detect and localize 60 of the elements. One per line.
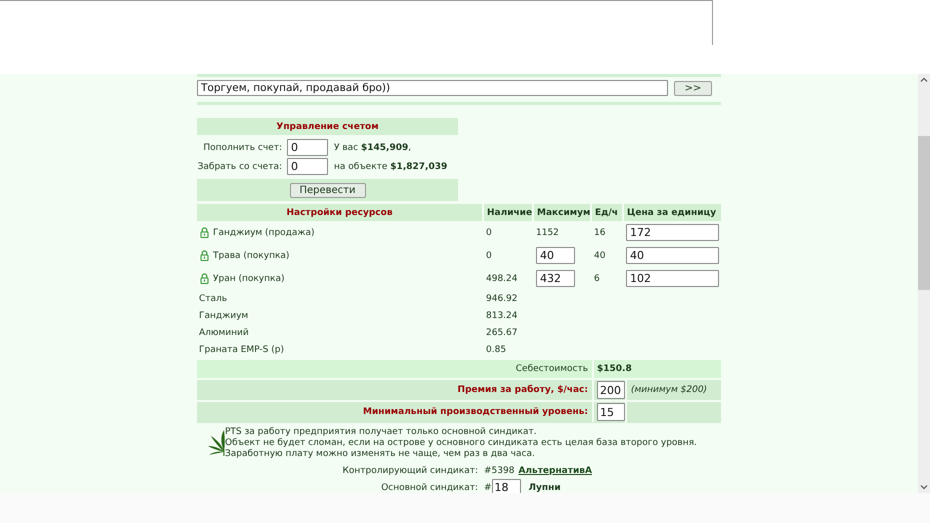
info-text: Объект не будет сломан, если на острове у основного синдиката есть целая база второго уровня. bbox=[225, 438, 697, 449]
info-text: Заработную плату можно изменять не чаще, чем раз в два часа. bbox=[225, 449, 536, 460]
amount-field[interactable]: 0 bbox=[287, 139, 328, 156]
send-button[interactable]: >> bbox=[674, 80, 712, 96]
resource-name: Трава (покупка) bbox=[213, 250, 290, 260]
column-header: Цена за единицу bbox=[622, 204, 721, 221]
resource-name: Ганджиум (продажа) bbox=[213, 228, 315, 238]
table-cell: 946.92 bbox=[486, 294, 518, 304]
balance-text: У вас $145,909, bbox=[334, 142, 412, 152]
syndicate-link[interactable]: АльтернативА bbox=[518, 466, 592, 476]
syndicate-label: Основной синдикат: bbox=[380, 482, 478, 492]
column-header: Максимум bbox=[532, 204, 590, 221]
resource-name: Граната EMP-S (р) bbox=[199, 344, 284, 354]
table-cell: 16 bbox=[594, 228, 606, 238]
cost-value: $150.8 bbox=[597, 364, 632, 374]
setting-field[interactable]: 15 bbox=[597, 403, 625, 421]
resource-name: Уран (покупка) bbox=[213, 274, 284, 284]
transfer-button[interactable]: Перевести bbox=[290, 182, 366, 198]
table-cell: 6 bbox=[594, 274, 600, 284]
column-header: Ед/ч bbox=[590, 204, 622, 221]
table-cell: 40 bbox=[594, 250, 606, 260]
setting-label: Премия за работу, $/час: bbox=[458, 385, 588, 395]
amount-field[interactable]: 0 bbox=[287, 158, 328, 175]
minimum-note: (минимум $200) bbox=[631, 385, 708, 395]
syndicate-label: Контролирующий синдикат: bbox=[342, 466, 478, 476]
syndicate-field[interactable]: 18 bbox=[492, 479, 521, 493]
column-header: Наличие bbox=[482, 204, 532, 221]
scroll-thumb[interactable] bbox=[918, 136, 930, 290]
table-cell: 0 bbox=[486, 250, 492, 260]
price-field[interactable]: 102 bbox=[626, 270, 719, 287]
message-field[interactable]: Торгуем, покупай, продавай бро)) bbox=[197, 80, 668, 96]
setting-label: Минимальный производственный уровень: bbox=[363, 407, 588, 417]
column-header: Настройки ресурсов bbox=[197, 204, 482, 221]
price-field[interactable]: 40 bbox=[626, 247, 719, 264]
table-cell: 813.24 bbox=[486, 310, 518, 320]
cost-label: Себестоимость bbox=[516, 364, 588, 374]
table-cell: 0 bbox=[486, 228, 492, 238]
table-cell: 1152 bbox=[536, 228, 559, 238]
max-field[interactable]: 40 bbox=[536, 247, 575, 264]
balance-text: на объекте $1,827,039 bbox=[334, 162, 448, 172]
syndicate-name: Лупни bbox=[528, 482, 561, 492]
lock-icon bbox=[200, 227, 209, 238]
syndicate-number: #5398 bbox=[484, 466, 514, 476]
max-field[interactable]: 432 bbox=[536, 270, 575, 287]
number-sign: # bbox=[484, 482, 492, 492]
table-cell: 0.85 bbox=[486, 344, 506, 354]
section-title: Управление счетом bbox=[197, 118, 458, 135]
resource-name: Сталь bbox=[199, 294, 228, 304]
leaf-icon bbox=[208, 430, 225, 456]
field-label: Забрать со счета: bbox=[197, 162, 283, 172]
field-label: Пополнить счет: bbox=[202, 142, 283, 152]
lock-icon bbox=[200, 250, 209, 261]
lock-icon bbox=[200, 273, 209, 284]
info-text: PTS за работу предприятия получает только основной синдикат. bbox=[225, 427, 538, 438]
resource-name: Алюминий bbox=[199, 328, 249, 338]
setting-field[interactable]: 200 bbox=[597, 381, 625, 399]
table-cell: 498.24 bbox=[486, 274, 518, 284]
table-cell: 265.67 bbox=[486, 328, 518, 338]
resource-name: Ганджиум bbox=[199, 310, 248, 320]
price-field[interactable]: 172 bbox=[626, 224, 719, 241]
